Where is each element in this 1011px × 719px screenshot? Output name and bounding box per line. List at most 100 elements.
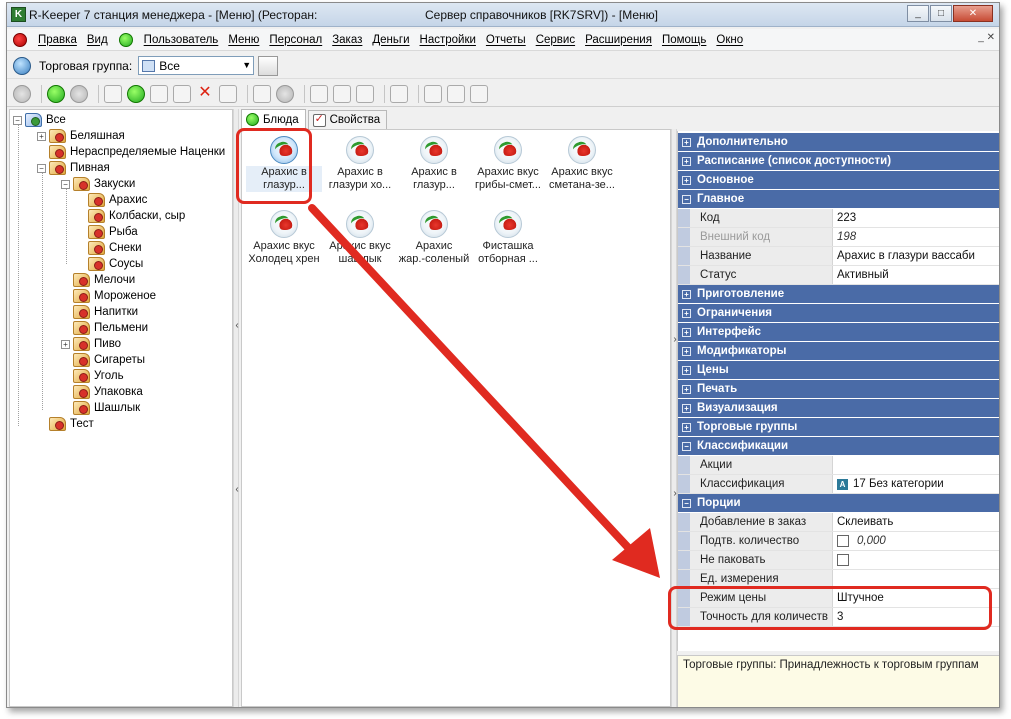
expand-icon[interactable]: + — [37, 131, 46, 141]
tree-node-shashlyk[interactable]: Шашлык — [73, 400, 140, 416]
prop-row-external-code[interactable]: Внешний код 198 — [678, 228, 999, 247]
trade-group-select[interactable]: Все ▼ — [138, 56, 255, 75]
prop-value[interactable]: А 17 Без категории — [833, 475, 999, 493]
tree-node-arahis[interactable]: Арахис — [88, 192, 147, 208]
tree-node-zakuski[interactable]: − Закуски — [61, 176, 135, 192]
no-pack-checkbox[interactable] — [837, 554, 849, 566]
expand-icon[interactable]: + — [682, 384, 691, 394]
section-visualization[interactable]: + Визуализация — [678, 399, 999, 418]
section-main[interactable]: − Главное — [678, 190, 999, 209]
tree-node-kolbaski[interactable]: Колбаски, сыр — [88, 208, 185, 224]
tree-node-ryba[interactable]: Рыба — [88, 224, 138, 240]
dish-item[interactable]: Фисташка отборная ... — [470, 206, 546, 274]
refresh-icon[interactable] — [13, 84, 31, 103]
expand-icon[interactable]: + — [682, 289, 691, 299]
dish-item[interactable]: Арахис вкус шашлык — [322, 206, 398, 274]
section-additional[interactable]: + Дополнительно — [678, 133, 999, 152]
upload-icon[interactable] — [173, 84, 191, 103]
collapse-icon[interactable]: − — [682, 498, 691, 508]
trade-group-options-button[interactable] — [258, 55, 279, 76]
cut-icon[interactable] — [333, 84, 351, 103]
menu-extensions[interactable]: Расширения — [580, 34, 657, 46]
section-modifiers[interactable]: + Модификаторы — [678, 342, 999, 361]
tree-node-ugol[interactable]: Уголь — [73, 368, 124, 384]
menu-edit[interactable]: Правка — [33, 34, 82, 46]
prop-row-status[interactable]: Статус Активный — [678, 266, 999, 285]
menu-service[interactable]: Сервис — [531, 34, 580, 46]
tree-node-pivnaya[interactable]: − Пивная — [37, 160, 110, 176]
scissors-tool-icon[interactable] — [104, 84, 122, 103]
expand-icon[interactable]: + — [682, 175, 691, 185]
section-classifications[interactable]: − Классификации — [678, 437, 999, 456]
menu-settings[interactable]: Настройки — [415, 34, 481, 46]
close-button[interactable]: ✕ — [953, 5, 993, 22]
prop-value[interactable]: 0,000 — [833, 532, 999, 550]
edit-icon[interactable] — [219, 84, 237, 103]
back-icon[interactable] — [47, 84, 65, 103]
expand-icon[interactable]: + — [682, 308, 691, 318]
tree-node-morozhenoe[interactable]: Мороженое — [73, 288, 156, 304]
expand-icon[interactable]: + — [682, 327, 691, 337]
mdi-controls-icon[interactable]: _ ✕ — [978, 32, 995, 43]
prop-value[interactable]: 223 — [833, 209, 999, 227]
paste-icon[interactable] — [356, 84, 374, 103]
filter-icon[interactable] — [424, 84, 442, 103]
section-preparation[interactable]: + Приготовление — [678, 285, 999, 304]
section-prices[interactable]: + Цены — [678, 361, 999, 380]
prop-row-add-to-order[interactable]: Добавление в заказ Склеивать — [678, 513, 999, 532]
dish-item[interactable]: Арахис вкус Холодец хрен — [246, 206, 322, 274]
collapse-icon[interactable]: − — [61, 179, 70, 189]
forward-icon[interactable] — [70, 84, 88, 103]
expand-icon[interactable]: + — [682, 422, 691, 432]
section-trade-groups[interactable]: + Торговые группы — [678, 418, 999, 437]
chevron-left-icon[interactable]: ‹ — [234, 485, 240, 495]
maximize-button[interactable]: □ — [930, 5, 952, 22]
tree-node-upakovka[interactable]: Упаковка — [73, 384, 143, 400]
tab-dishes[interactable]: Блюда — [241, 109, 306, 129]
tree-node-sneki[interactable]: Снеки — [88, 240, 142, 256]
expand-icon[interactable]: + — [682, 403, 691, 413]
dish-item[interactable]: Арахис вкус грибы-смет... — [470, 132, 546, 200]
prop-row-no-pack[interactable]: Не паковать — [678, 551, 999, 570]
tree-node-sousy[interactable]: Соусы — [88, 256, 143, 272]
section-print[interactable]: + Печать — [678, 380, 999, 399]
new-dish-icon[interactable] — [127, 84, 145, 103]
chevron-left-icon[interactable]: ‹ — [234, 321, 240, 331]
prop-value[interactable]: Арахис в глазури вассаби — [833, 247, 999, 265]
section-portions[interactable]: − Порции — [678, 494, 999, 513]
dish-item[interactable]: Арахис жар.-соленый — [396, 206, 472, 274]
prop-value[interactable] — [833, 551, 999, 569]
search-icon[interactable] — [390, 84, 408, 103]
section-basic[interactable]: + Основное — [678, 171, 999, 190]
prop-value[interactable]: 198 — [833, 228, 999, 246]
prop-value[interactable]: Активный — [833, 266, 999, 284]
expand-icon[interactable]: + — [682, 137, 691, 147]
new-folder-icon[interactable] — [150, 84, 168, 103]
expand-icon[interactable]: + — [682, 346, 691, 356]
menu-staff[interactable]: Персонал — [264, 34, 327, 46]
section-restrictions[interactable]: + Ограничения — [678, 304, 999, 323]
section-interface[interactable]: + Интерфейс — [678, 323, 999, 342]
confirm-quantity-checkbox[interactable] — [837, 535, 849, 547]
collapse-icon[interactable]: − — [13, 115, 22, 125]
prop-value[interactable]: Склеивать — [833, 513, 999, 531]
prop-value[interactable] — [833, 456, 999, 474]
prop-row-code[interactable]: Код 223 — [678, 209, 999, 228]
paint-icon[interactable] — [447, 84, 465, 103]
tree-node-markups[interactable]: Нераспределяемые Наценки — [49, 144, 225, 160]
tree-node-pivo[interactable]: + Пиво — [61, 336, 121, 352]
rkeeper-logo-icon[interactable] — [13, 32, 27, 47]
tree-node-all[interactable]: − Все — [13, 112, 66, 128]
dish-item[interactable]: Арахис вкус сметана-зе... — [544, 132, 620, 200]
tree-node-pelmeni[interactable]: Пельмени — [73, 320, 148, 336]
section-schedule[interactable]: + Расписание (список доступности) — [678, 152, 999, 171]
menu-money[interactable]: Деньги — [367, 34, 414, 46]
dish-item[interactable]: Арахис в глазури хо... — [322, 132, 398, 200]
view-mode-icon[interactable] — [470, 84, 488, 103]
menu-reports[interactable]: Отчеты — [481, 34, 531, 46]
menu-menu[interactable]: Меню — [223, 34, 264, 46]
tab-properties[interactable]: Свойства — [307, 110, 388, 129]
expand-icon[interactable]: + — [61, 339, 70, 349]
minimize-button[interactable]: _ — [907, 5, 929, 22]
menu-view[interactable]: Вид — [82, 34, 113, 46]
